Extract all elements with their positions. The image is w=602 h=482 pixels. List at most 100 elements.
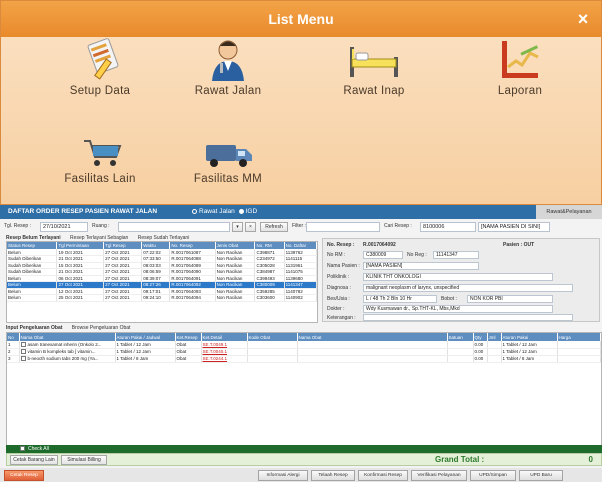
nama-field: [NAMA PASIEN] [363,262,479,270]
pengeluaran-grid: No Nama Obat Aturan Pakai / Jadwal Ket.R… [6,332,602,452]
clear-button[interactable]: × [245,222,256,232]
konfirmasi-resep-button[interactable]: Konfirmasi Resep [358,470,408,481]
row-checkbox[interactable] [20,341,26,347]
col-header[interactable]: Jenis Obat [215,242,256,249]
menu-item-fasilitas-mm[interactable]: Fasilitas MM [173,137,283,186]
table-cell: 0.00 [473,355,488,363]
ruang-field[interactable] [118,222,230,232]
dokter-label: Dokter : [327,306,345,312]
table-row[interactable]: 2 vitamin B kompleks tab [ vitamin... 1 Ta… [7,348,601,356]
col-header: Harga [557,333,601,341]
menu-item-rawat-jalan[interactable]: Rawat Jalan [173,37,283,98]
col-header[interactable]: Tgl Permintaan [56,242,105,249]
radio-label: Rawat Jalan [199,208,235,215]
list-menu-title: List Menu [1,1,601,37]
col-header[interactable]: No. RM [254,242,285,249]
no-resep-label: No. Resep : [327,242,355,248]
tgl-resep-field[interactable]: 27/10/2021 [40,222,88,232]
screen: List Menu × Setup Data Rawat Jalan Rawat… [0,0,602,482]
radio-igd[interactable] [238,208,244,214]
table-cell [447,341,474,349]
menu-item-label: Rawat Jalan [194,85,262,97]
poli-field: KLINIK THT ONKOLOGI [363,273,553,281]
tab-browse-pengeluaran[interactable]: Browse Pengeluaran Obat [72,325,131,331]
upd-simpan-button[interactable]: UPD/Simpan [470,470,516,481]
tab-input-pengeluaran[interactable]: Input Pengeluaran Obat [6,325,62,331]
table-cell: 1140902 [284,294,317,302]
menu-item-laporan[interactable]: Laporan [465,37,575,98]
bobot-label: Bobot : [441,296,457,302]
radio-rawat-jalan[interactable] [192,208,197,214]
no-resep-value: R.0017064092 [363,242,396,248]
menu-item-rawat-inap[interactable]: Rawat Inap [319,37,429,98]
telaah-resep-button[interactable]: Telaah Resep [311,470,355,481]
cell-text: Obat [176,341,187,347]
dokter-field: Wdy Kusmawan dr., Sp.THT-KL, Mbs,Mkd [363,305,553,313]
cell-text: vitamin B kompleks tab [ vitamin... [27,348,96,354]
cell-text: 12 Jam [135,341,151,347]
table-cell: Belum [7,294,58,302]
ruang-label: Ruang : [92,223,110,229]
cell-text: 12 Jam [135,349,151,354]
table-cell [557,348,601,356]
col-header[interactable]: Waktu [141,242,171,249]
row-checkbox[interactable] [20,356,26,362]
table-cell: 1 Tablet / 8 Jam [501,355,558,363]
table-row[interactable]: 3 b-neocth sodium tabs 200 mg (Ya... 1 Tab… [7,355,601,363]
tgl-resep-label: Tgl. Resep : [4,223,31,229]
col-header: Nama Obat [19,333,116,341]
cell-text: 0.00 [474,341,484,347]
col-header: No [7,333,20,341]
upd-baru-button[interactable]: UPD Baru [519,470,563,481]
table-row[interactable]: 1 asam tranexamat inherin (Onkolo 2... 1 T… [7,341,601,349]
table-cell: 0.00 [473,341,488,349]
verifikasi-pelayanan-button[interactable]: Verifikasi Pelayanan [411,470,467,481]
filter-input[interactable] [306,222,380,232]
col-header: Kode Obat [247,333,298,341]
refresh-button[interactable]: Refresh [260,222,288,232]
col-header: Ket.Detail [201,333,248,341]
table-cell [487,348,502,356]
cell-text: asam tranexamat inherin (Onkolo 2... [27,341,102,347]
resep-detail-panel: No. Resep : R.0017064092 Pasien : OUT No… [322,238,600,322]
cell-text: 3 [8,356,11,361]
cetak-resep-button[interactable]: Cetak Resep [4,470,44,481]
setup-data-icon [70,37,130,83]
cell-text: 1 Tablet [116,349,133,354]
table-cell: 1 Tablet / 12 Jam [115,341,176,349]
cetak-barang-lain-button[interactable]: Cetak Barang Lain [10,455,58,465]
simulasi-billing-button[interactable]: Simulasi Billing [61,455,107,465]
row-checkbox[interactable] [20,349,26,355]
dropdown-button[interactable]: ▾ [232,222,243,232]
cari-nama-field: [NAMA PASIEN DI SINI] [478,222,550,232]
menu-item-label: Rawat Inap [343,85,405,97]
resep-title: DAFTAR ORDER RESEP PASIEN RAWAT JALAN [8,208,158,215]
table-cell [447,355,474,363]
radio-label: IGD [245,208,258,215]
table-cell: b-neocth sodium tabs 200 mg (Ya... [19,355,116,363]
menu-item-setup-data[interactable]: Setup Data [45,37,155,98]
keterangan-label: Keterangan : [327,315,356,321]
table-row[interactable]: Belum 25 Oct 2021 27 Oct 2021 09:24:10 R.001… [7,294,317,302]
col-header[interactable]: Status Resep [7,242,58,249]
col-header: Jml [487,333,502,341]
table-cell: R.0017064094 [169,294,216,302]
menu-item-label: Fasilitas MM [193,173,263,185]
menu-item-fasilitas-lain[interactable]: Fasilitas Lain [45,137,155,186]
col-header: Satuan [447,333,474,341]
table-cell: vitamin B kompleks tab [ vitamin... [19,348,116,356]
keterangan-field[interactable] [363,314,573,321]
informasi-alergi-button[interactable]: Informasi Alergi [258,470,308,481]
cari-resep-input[interactable]: 8100006 [420,222,476,232]
no-reg-field: 11141347 [433,251,479,259]
check-all-checkbox[interactable] [20,446,25,452]
no-rm-label: No RM : [327,252,346,258]
col-header[interactable]: No. Daftar [284,242,317,249]
table-cell: 1 [7,341,20,349]
col-header[interactable]: Tgl Resep [103,242,143,249]
close-icon[interactable]: × [573,1,593,37]
table-cell [297,355,448,363]
col-header[interactable]: No. Resep [169,242,216,249]
cell-text: 1 [8,341,11,347]
cell-text: 1 Tablet / 12 Jam [502,341,537,347]
